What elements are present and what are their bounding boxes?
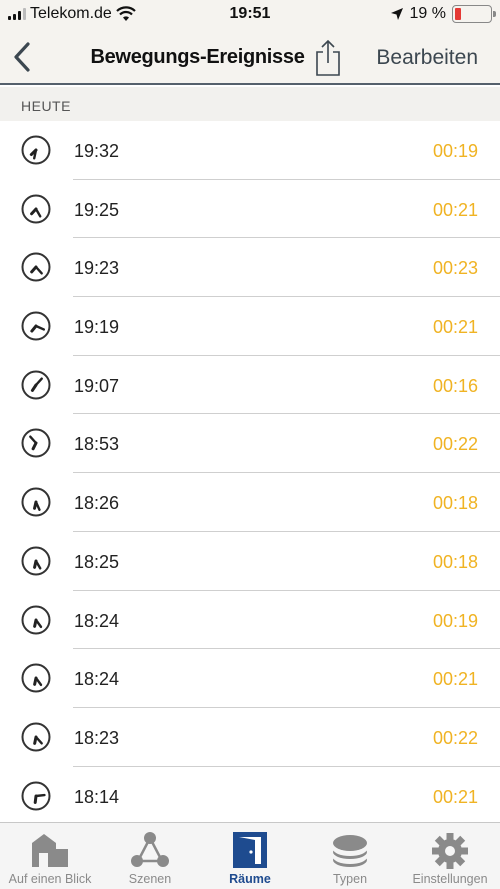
event-time: 18:26 <box>74 493 120 514</box>
event-row[interactable]: 18:53 00:22 <box>0 414 500 474</box>
clock-icon <box>21 546 51 576</box>
chevron-left-icon <box>14 42 30 72</box>
clock-icon <box>21 781 51 811</box>
event-duration: 00:18 <box>432 493 478 514</box>
event-duration: 00:21 <box>432 786 478 807</box>
door-icon <box>233 832 267 868</box>
event-row[interactable]: 18:26 00:18 <box>0 473 500 532</box>
event-time: 19:19 <box>74 317 120 338</box>
section-header-today: HEUTE <box>0 87 500 121</box>
tab-overview[interactable]: Auf einen Blick <box>0 823 100 889</box>
navigation-bar: Bewegungs-Ereignisse Bearbeiten <box>0 30 500 85</box>
event-duration: 00:19 <box>432 610 478 631</box>
event-row[interactable]: 19:25 00:21 <box>0 180 500 239</box>
event-duration: 00:22 <box>432 727 478 748</box>
clock-icon <box>21 722 51 752</box>
status-bar: Telekom.de 19:51 19 % <box>0 0 500 30</box>
scenes-icon <box>131 832 169 867</box>
battery-percent: 19 % <box>409 5 446 22</box>
event-row[interactable]: 19:23 00:23 <box>0 238 500 298</box>
event-row[interactable]: 19:32 00:19 <box>0 121 500 180</box>
tab-types[interactable]: Typen <box>300 823 400 889</box>
share-icon <box>316 39 340 76</box>
event-time: 18:24 <box>74 610 120 631</box>
clock-icon <box>21 370 51 400</box>
event-duration: 00:21 <box>432 317 478 338</box>
event-duration: 00:23 <box>432 258 478 279</box>
tab-label: Auf einen Blick <box>8 872 92 886</box>
event-duration: 00:19 <box>432 141 478 161</box>
event-time: 18:14 <box>74 786 120 807</box>
clock-icon <box>21 663 51 693</box>
event-list: 19:32 00:19 19:25 00:21 19:23 00:23 19:19 00:21… <box>0 121 500 826</box>
clock-icon <box>21 194 51 224</box>
event-duration: 00:22 <box>432 434 478 455</box>
gear-icon <box>432 833 468 869</box>
clock-icon <box>21 487 51 517</box>
clock-icon <box>21 311 51 341</box>
event-time: 19:23 <box>74 258 120 279</box>
status-right: 19 % <box>390 5 496 23</box>
edit-button[interactable]: Bearbeiten <box>376 46 478 70</box>
event-time: 18:25 <box>74 551 120 572</box>
event-duration: 00:16 <box>432 375 478 396</box>
event-time: 18:23 <box>74 727 120 748</box>
event-row[interactable]: 18:24 00:21 <box>0 649 500 708</box>
event-time: 19:25 <box>74 199 120 220</box>
tab-label: Räume <box>229 872 271 886</box>
event-duration: 00:18 <box>432 551 478 572</box>
event-time: 19:07 <box>74 375 120 396</box>
event-time: 19:32 <box>74 141 120 161</box>
tab-bar: Auf einen Blick Szenen Räume Typen Einst… <box>0 822 500 889</box>
event-duration: 00:21 <box>432 669 478 690</box>
tab-label: Einstellungen <box>412 872 488 886</box>
event-duration: 00:21 <box>432 199 478 220</box>
clock-icon <box>21 605 51 634</box>
tab-rooms[interactable]: Räume <box>200 823 300 889</box>
battery-icon <box>452 5 496 23</box>
event-row[interactable]: 18:25 00:18 <box>0 532 500 591</box>
tab-settings[interactable]: Einstellungen <box>400 823 500 889</box>
tab-label: Szenen <box>128 872 172 886</box>
layers-icon <box>333 835 367 867</box>
clock-icon <box>21 428 51 458</box>
page-title: Bewegungs-Ereignisse <box>90 46 305 68</box>
event-row[interactable]: 18:24 00:19 <box>0 591 500 650</box>
event-time: 18:53 <box>74 434 120 455</box>
tab-label: Typen <box>332 872 368 886</box>
clock-icon <box>21 135 51 165</box>
event-row[interactable]: 19:19 00:21 <box>0 297 500 356</box>
tab-scenes[interactable]: Szenen <box>100 823 200 889</box>
house-icon <box>32 834 68 867</box>
event-row[interactable]: 18:14 00:21 <box>0 767 500 826</box>
event-row[interactable]: 18:23 00:22 <box>0 708 500 767</box>
back-button[interactable] <box>8 40 38 74</box>
location-arrow-icon <box>390 8 403 20</box>
share-button[interactable] <box>312 38 344 78</box>
event-time: 18:24 <box>74 669 120 690</box>
event-row[interactable]: 19:07 00:16 <box>0 356 500 415</box>
clock-icon <box>21 252 51 282</box>
